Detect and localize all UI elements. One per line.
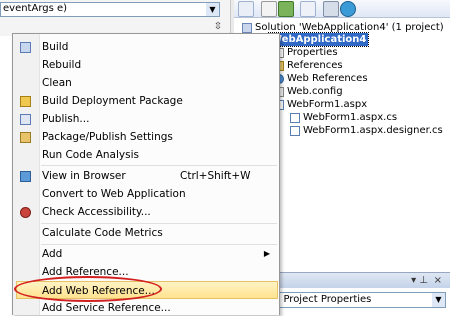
tree-webform-cs[interactable]: WebForm1.aspx.cs bbox=[290, 111, 397, 124]
submenu-arrow-icon: ▶ bbox=[263, 249, 270, 258]
menu-item-build-deployment-package[interactable]: Build Deployment Package bbox=[14, 92, 278, 110]
menu-item-label: Add Service Reference... bbox=[42, 302, 171, 314]
solution-icon bbox=[242, 22, 252, 33]
properties-object-type: Project Properties bbox=[280, 294, 372, 305]
menu-item-rebuild[interactable]: Rebuild bbox=[14, 56, 278, 74]
tree-web-references[interactable]: Web References bbox=[274, 72, 368, 85]
publish-icon bbox=[20, 114, 31, 125]
member-dropdown-value: eventArgs e) bbox=[3, 3, 68, 14]
solution-explorer-toolbar bbox=[234, 0, 450, 18]
deploy-package-icon bbox=[20, 96, 31, 107]
menu-item-label: Calculate Code Metrics bbox=[42, 227, 163, 239]
menu-item-build[interactable]: Build bbox=[14, 38, 278, 56]
menu-item-publish[interactable]: Publish... bbox=[14, 110, 278, 128]
editor-toolbar: eventArgs e) ▼ ⇳ bbox=[0, 0, 230, 36]
cs-file-icon bbox=[290, 112, 300, 123]
pin-icon[interactable]: ▾ ⊥ bbox=[411, 273, 428, 288]
tree-web-config-label: Web.config bbox=[287, 86, 343, 97]
menu-item-label: Run Code Analysis bbox=[42, 149, 139, 161]
tree-webform-designer[interactable]: WebForm1.aspx.designer.cs bbox=[290, 124, 443, 137]
tree-webform[interactable]: WebForm1.aspx bbox=[274, 98, 367, 111]
tree-webform-label: WebForm1.aspx bbox=[287, 99, 368, 110]
tree-references-label: References bbox=[287, 60, 343, 71]
browser-icon bbox=[20, 171, 31, 182]
menu-item-view-in-browser[interactable]: View in Browser Ctrl+Shift+W bbox=[14, 167, 278, 185]
menu-item-label: Publish... bbox=[42, 113, 90, 125]
tree-webform-cs-label: WebForm1.aspx.cs bbox=[303, 112, 398, 123]
tree-properties[interactable]: Properties bbox=[274, 46, 338, 59]
menu-item-calculate-code-metrics[interactable]: Calculate Code Metrics bbox=[14, 224, 278, 242]
menu-item-add[interactable]: Add ▶ bbox=[14, 245, 278, 263]
show-all-files-icon[interactable] bbox=[261, 1, 277, 17]
menu-item-label: Convert to Web Application bbox=[42, 188, 186, 200]
menu-item-package-publish-settings[interactable]: Package/Publish Settings bbox=[14, 128, 278, 146]
split-view-icon[interactable]: ⇳ bbox=[211, 20, 225, 33]
menu-item-label: Package/Publish Settings bbox=[42, 131, 173, 143]
menu-item-add-reference[interactable]: Add Reference... bbox=[14, 263, 278, 281]
view-designer-icon[interactable] bbox=[340, 1, 356, 17]
tree-references[interactable]: References bbox=[274, 59, 343, 72]
menu-item-label: Add bbox=[42, 248, 63, 260]
menu-item-label: Check Accessibility... bbox=[42, 206, 151, 218]
view-code-icon[interactable] bbox=[300, 1, 316, 17]
menu-item-label: Build bbox=[42, 41, 69, 53]
tree-web-config[interactable]: Web.config bbox=[274, 85, 343, 98]
menu-item-label: Add Web Reference... bbox=[42, 285, 155, 297]
menu-item-add-web-reference[interactable]: Add Web Reference... bbox=[16, 281, 278, 299]
menu-item-label: Rebuild bbox=[42, 59, 82, 71]
build-icon bbox=[20, 42, 31, 53]
menu-item-run-code-analysis[interactable]: Run Code Analysis bbox=[14, 146, 278, 164]
package-settings-icon bbox=[20, 132, 31, 143]
cs-file-icon bbox=[290, 125, 300, 136]
tree-properties-label: Properties bbox=[287, 47, 338, 58]
tree-webform-designer-label: WebForm1.aspx.designer.cs bbox=[303, 125, 443, 136]
tree-project-label: WebApplication4 bbox=[267, 32, 370, 47]
close-icon[interactable]: × bbox=[434, 273, 442, 288]
properties-icon[interactable] bbox=[238, 1, 254, 17]
class-diagram-icon[interactable] bbox=[323, 1, 339, 17]
context-menu: Build Rebuild Clean Build Deployment Pac… bbox=[12, 33, 280, 315]
tree-web-references-label: Web References bbox=[287, 73, 368, 84]
chevron-down-icon[interactable]: ▼ bbox=[432, 293, 445, 307]
menu-item-convert-to-web-application[interactable]: Convert to Web Application bbox=[14, 185, 278, 203]
menu-item-add-service-reference[interactable]: Add Service Reference... bbox=[14, 299, 278, 315]
member-dropdown[interactable]: eventArgs e) ▼ bbox=[0, 2, 220, 17]
menu-separator bbox=[41, 165, 277, 166]
refresh-icon[interactable] bbox=[278, 1, 294, 17]
menu-item-clean[interactable]: Clean bbox=[14, 74, 278, 92]
menu-item-label: View in Browser bbox=[42, 170, 126, 182]
accessibility-icon bbox=[20, 207, 31, 218]
menu-item-label: Build Deployment Package bbox=[42, 95, 183, 107]
chevron-down-icon[interactable]: ▼ bbox=[206, 3, 219, 16]
menu-item-check-accessibility[interactable]: Check Accessibility... bbox=[14, 203, 278, 221]
menu-item-label: Clean bbox=[42, 77, 72, 89]
menu-item-shortcut: Ctrl+Shift+W bbox=[180, 170, 251, 182]
menu-item-label: Add Reference... bbox=[42, 266, 129, 278]
